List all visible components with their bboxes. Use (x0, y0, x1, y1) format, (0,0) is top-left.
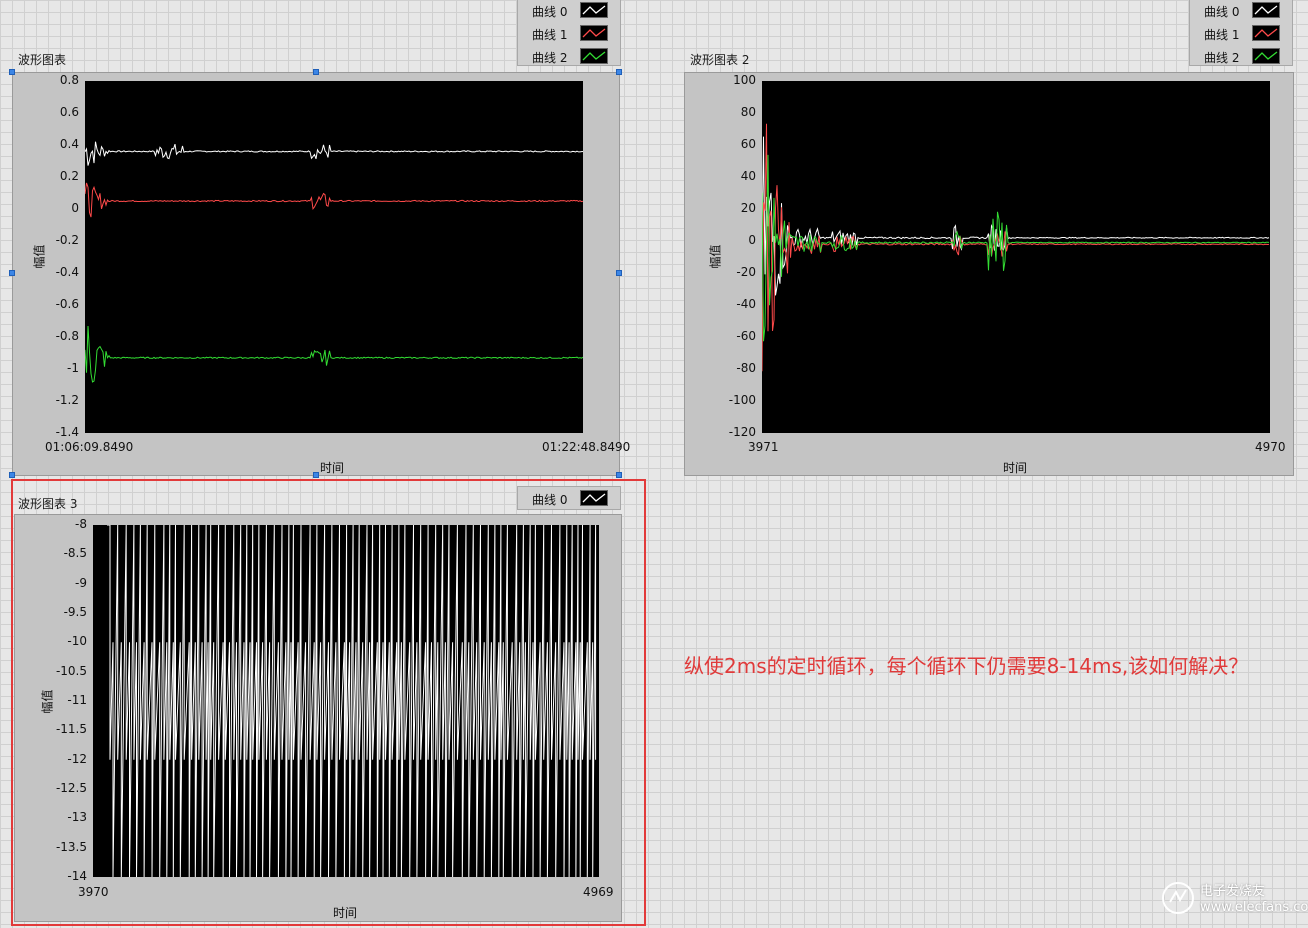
series-line (85, 325, 583, 383)
y-tick-label: 0.4 (59, 137, 79, 151)
y-tick-label: -100 (728, 393, 756, 407)
chart-1-legend[interactable]: 曲线 0 曲线 1 曲线 2 (517, 0, 621, 66)
chart-2-plot-svg (762, 123, 1270, 372)
y-tick-label: -8 (75, 517, 87, 531)
chart-2-x-start: 3971 (748, 440, 779, 454)
chart-3-plot-svg (107, 525, 597, 877)
legend-item[interactable]: 曲线 1 (518, 22, 620, 45)
y-tick-label: -12.5 (55, 781, 87, 795)
y-tick-label: -60 (736, 329, 756, 343)
y-tick-label: -1.4 (55, 425, 79, 439)
y-tick-label: -9 (75, 575, 87, 590)
resize-handle[interactable] (9, 472, 15, 478)
chart-1-frame[interactable]: 0.8 0.6 0.4 0.2 0 -0.2 -0.4 -0.6 -0.8 -1 -1.2 -1.4 … (12, 72, 630, 476)
series-line (85, 182, 583, 218)
y-tick-label: -10 (67, 634, 87, 649)
resize-handle[interactable] (313, 69, 319, 75)
watermark-text: 电子发烧友 www.elecfans.com (1200, 884, 1308, 915)
resize-handle[interactable] (616, 472, 622, 478)
chart-3-frame[interactable]: -8 -8.5 -9 -9.5 -10 -10.5 -11 -11.5 -12 -12.5 -13 -… (14, 514, 622, 922)
annotation-text: 纵使2ms的定时循环，每个循环下仍需要8-14ms,该如何解决？ (684, 654, 1249, 678)
y-tick-label: -13 (67, 810, 87, 825)
line-swatch-icon (1252, 48, 1280, 64)
chart-2-label: 波形图表 2 (690, 53, 750, 67)
legend-item[interactable]: 曲线 1 (1190, 22, 1292, 45)
chart-1-plot-area[interactable] (85, 81, 583, 433)
y-tick-label: 0 (748, 233, 756, 247)
y-tick-label: -10.5 (55, 663, 87, 678)
resize-handle[interactable] (313, 472, 319, 478)
y-tick-label: 0.6 (59, 105, 79, 119)
chart-2-y-axis-label: 幅值 (708, 244, 723, 269)
y-tick-label: -11.5 (55, 722, 87, 737)
y-tick-label: -80 (736, 361, 756, 375)
chart-3-x-axis-label: 时间 (333, 906, 358, 920)
series-line (107, 525, 597, 877)
line-swatch-icon (580, 490, 608, 506)
chart-3-plot-area[interactable] (93, 525, 599, 877)
chart-1-plot-svg (85, 141, 583, 383)
legend-item[interactable]: 曲线 0 (518, 0, 620, 22)
watermark-logo-icon (1160, 880, 1196, 916)
resize-handle[interactable] (616, 69, 622, 75)
y-tick-label: -8.5 (63, 546, 87, 561)
line-swatch-icon (580, 48, 608, 64)
chart-1-label: 波形图表 (18, 53, 67, 67)
y-tick-label: 80 (740, 105, 756, 119)
resize-handle[interactable] (616, 270, 622, 276)
line-swatch-icon (1252, 25, 1280, 41)
y-tick-label: -20 (736, 265, 756, 279)
series-line (85, 141, 583, 166)
y-tick-label: -40 (736, 297, 756, 311)
y-tick-label: 0 (71, 201, 79, 215)
legend-item[interactable]: 曲线 0 (1190, 0, 1292, 22)
chart-1-x-end: 01:22:48.8490 (542, 440, 631, 454)
chart-1-x-axis-label: 时间 (320, 461, 345, 475)
y-tick-label: -1.2 (55, 393, 79, 407)
chart-2-frame[interactable]: 100 80 60 40 20 0 -20 -40 -60 -80 -100 -120 幅值 3971… (684, 72, 1294, 476)
line-swatch-icon (1252, 2, 1280, 18)
y-tick-label: 60 (740, 137, 756, 151)
chart-3-x-end: 4969 (583, 885, 614, 899)
y-tick-label: 100 (733, 73, 756, 87)
series-line (762, 154, 1270, 342)
y-tick-label: -0.2 (55, 233, 79, 247)
chart-3-x-start: 3970 (78, 885, 109, 899)
chart-3-legend[interactable]: 曲线 0 (517, 486, 621, 510)
chart-1-x-start: 01:06:09.8490 (45, 440, 134, 454)
y-tick-label: -14 (67, 869, 87, 883)
y-tick-label: 20 (740, 201, 756, 215)
chart-1-y-axis-label: 幅值 (32, 244, 47, 269)
y-tick-label: -0.8 (55, 329, 79, 343)
resize-handle[interactable] (9, 270, 15, 276)
y-tick-label: -13.5 (55, 839, 87, 854)
y-tick-label: -1 (67, 361, 79, 375)
y-tick-label: -11 (67, 693, 87, 707)
chart-2-x-end: 4970 (1255, 440, 1286, 454)
chart-2-legend[interactable]: 曲线 0 曲线 1 曲线 2 (1189, 0, 1293, 66)
resize-handle[interactable] (9, 69, 15, 75)
legend-item[interactable]: 曲线 2 (518, 45, 620, 68)
y-tick-label: -12 (67, 751, 87, 766)
y-tick-label: -0.6 (55, 297, 79, 311)
chart-3-label: 波形图表 3 (18, 497, 78, 511)
y-tick-label: -0.4 (55, 265, 79, 279)
legend-item[interactable]: 曲线 0 (518, 487, 620, 510)
y-tick-label: 40 (740, 169, 756, 183)
y-tick-label: -120 (728, 425, 756, 439)
y-tick-label: -9.5 (63, 605, 87, 619)
y-tick-label: 0.2 (59, 169, 79, 183)
series-line (762, 136, 1270, 296)
chart-2-x-axis-label: 时间 (1003, 461, 1028, 475)
chart-2-plot-area[interactable] (762, 81, 1270, 433)
y-tick-label: 0.8 (59, 73, 79, 87)
legend-item[interactable]: 曲线 2 (1190, 45, 1292, 68)
line-swatch-icon (580, 25, 608, 41)
chart-3-y-axis-label: 幅值 (40, 689, 55, 714)
line-swatch-icon (580, 2, 608, 18)
